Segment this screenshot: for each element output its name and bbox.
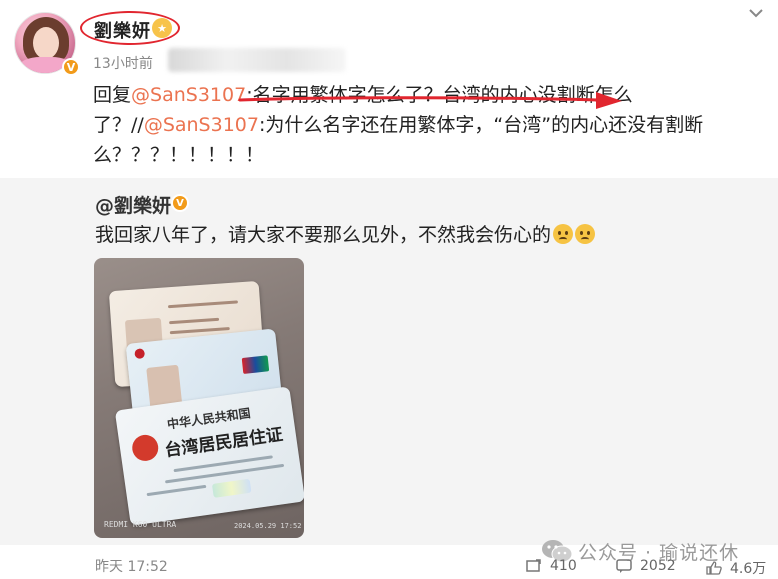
repost-time[interactable]: 昨天 17:52 [95, 556, 168, 576]
like-icon [706, 561, 722, 575]
like-button[interactable]: 4.6万 [706, 558, 766, 578]
verified-badge-icon: V [62, 58, 80, 76]
username[interactable]: 劉樂妍 [94, 17, 151, 43]
reply-prefix: 回复 [93, 84, 132, 106]
repost-text: 我回家八年了，请大家不要那么见外，不然我会伤心的 [95, 222, 596, 248]
post-photo[interactable]: 中华人民共和国 台湾居民居住证 REDMI K60 ULTRA 2024.05.… [94, 258, 304, 538]
sad-emoji-icon [553, 224, 574, 244]
avatar[interactable]: V [14, 12, 80, 78]
weibo-post: V 劉樂妍 ★ 13小时前 回复@SanS3107:名字用繁体字怎么了？台湾的内… [0, 0, 778, 579]
sad-emoji-icon [575, 224, 596, 244]
annotation-arrow [238, 92, 622, 109]
photo-watermark: REDMI K60 ULTRA [104, 520, 177, 529]
repost-username[interactable]: @劉樂妍 [95, 191, 171, 218]
mention-link[interactable]: @SanS3107 [144, 114, 259, 136]
photo-date: 2024.05.29 17:52 [234, 522, 302, 530]
mention-link[interactable]: @SanS3107 [131, 84, 246, 106]
comment-icon [616, 559, 632, 573]
blurred-source [168, 48, 346, 72]
like-count: 4.6万 [730, 561, 767, 577]
chevron-down-icon[interactable] [744, 6, 768, 26]
comment-count: 2052 [640, 558, 676, 574]
repost-button[interactable]: 410 [526, 558, 577, 574]
comment-button[interactable]: 2052 [616, 558, 676, 574]
repost-count: 410 [550, 558, 577, 574]
vip-icon: ★ [152, 18, 172, 38]
repost-text-body: 我回家八年了，请大家不要那么见外，不然我会伤心的 [95, 224, 552, 246]
post-time[interactable]: 13小时前 [93, 53, 153, 73]
national-emblem-icon [130, 433, 160, 463]
verified-badge-icon: V [171, 194, 189, 212]
residence-permit-card: 中华人民共和国 台湾居民居住证 [114, 386, 304, 526]
repost-icon [526, 559, 542, 573]
